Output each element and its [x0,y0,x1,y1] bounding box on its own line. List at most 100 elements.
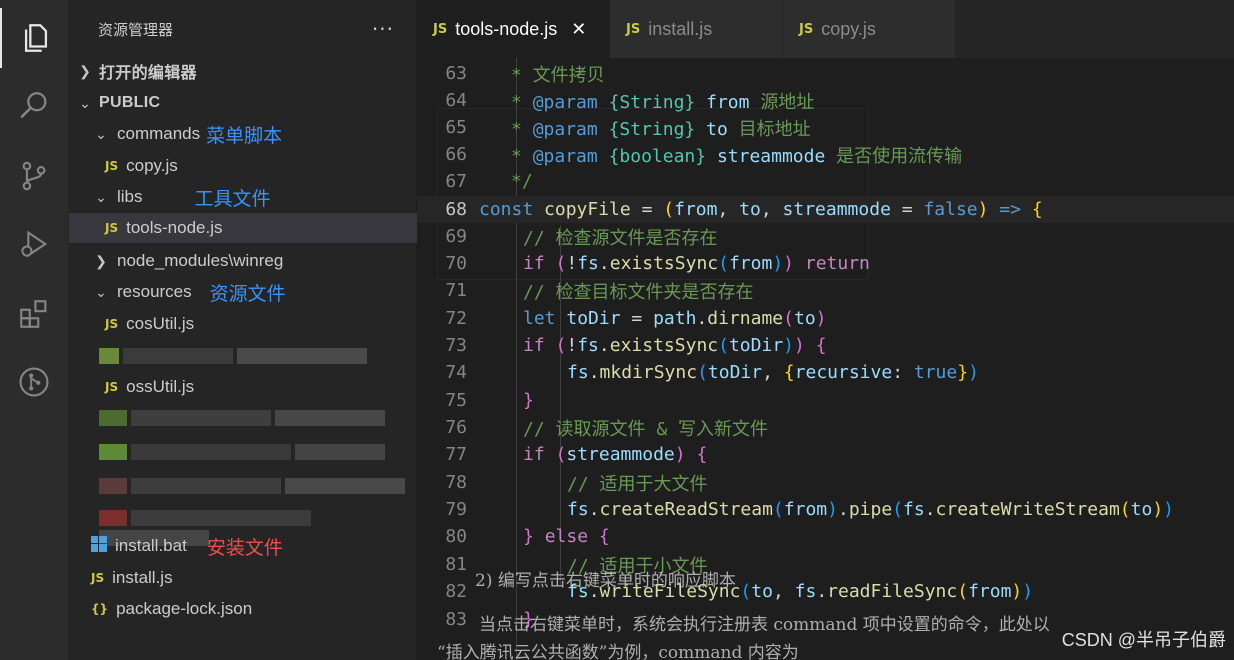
json-file-icon: {} [91,602,109,616]
tab-install-js[interactable]: JS install.js [610,0,783,58]
jsdoc-name: from [706,91,750,113]
comment-text: */ [511,171,533,192]
source-control-icon[interactable] [0,146,68,206]
vscode-window: 资源管理器 ··· ❯ 打开的编辑器 ⌄ PUBLIC ⌄ commands 菜… [0,0,1234,660]
tree-file-copy-js[interactable]: JS copy.js [69,151,452,181]
tab-label: install.js [648,18,713,39]
line-number: 78 [445,472,467,493]
line-number: 82 [445,581,467,602]
close-icon[interactable]: ✕ [571,19,586,40]
blurred-file-row [99,348,371,364]
code-line: 77 if (streammode) { [417,441,1234,468]
activity-bar [0,0,69,660]
code-line: 76 // 读取源文件 & 写入新文件 [417,414,1234,441]
tab-tools-node-js[interactable]: JS tools-node.js ✕ [417,0,610,58]
line-content: // 检查源文件是否存在 [479,224,718,250]
line-number: 71 [445,280,467,301]
code-line: 63 * 文件拷贝 [417,60,1234,87]
tree-file-ossutil-js[interactable]: JS ossUtil.js [69,372,452,402]
code-line: 67 */ [417,168,1234,195]
blurred-file-row [99,510,416,546]
comment-text: // 检查目标文件夹是否存在 [523,281,754,303]
code-editor[interactable]: 63 * 文件拷贝 64 * @param {String} from 源地址 … [417,58,1234,660]
tree-file-install-js[interactable]: JS install.js [69,563,438,593]
line-content: if (!fs.existsSync(toDir)) { [523,335,827,356]
line-content: // 适用于大文件 [479,470,708,496]
code-line: 80 } else { [417,523,1234,550]
chevron-right-icon: ❯ [79,62,91,79]
js-file-icon: JS [105,380,119,394]
line-content: if (streammode) { [523,444,708,465]
more-actions-icon[interactable]: ··· [372,17,394,41]
workspace-root[interactable]: ⌄ PUBLIC [69,88,424,118]
line-number: 70 [445,253,467,274]
extensions-icon[interactable] [0,284,68,344]
js-file-icon: JS [799,21,814,37]
line-number: 79 [445,499,467,520]
code-line: 64 * @param {String} from 源地址 [417,87,1234,114]
open-editors-section[interactable]: ❯ 打开的编辑器 [69,56,424,86]
code-line: 69 // 检查源文件是否存在 [417,223,1234,250]
line-content: fs.createReadStream(from).pipe(fs.create… [567,499,1174,520]
tree-item-label: package-lock.json [116,599,253,618]
line-number: 73 [445,335,467,356]
tree-file-install-bat[interactable]: install.bat 安装文件 [69,531,438,561]
search-icon[interactable] [0,76,68,136]
line-content: * 文件拷贝 [479,61,605,87]
editor-tabs: JS tools-node.js ✕ JS install.js JS copy… [417,0,1234,58]
comment-text: // 适用于大文件 [567,473,708,495]
line-number: 72 [445,308,467,329]
tree-folder-libs[interactable]: ⌄ libs 工具文件 [69,182,440,212]
line-content: const copyFile = (from, to, streammode =… [479,199,1043,220]
line-number: 81 [445,554,467,575]
tree-folder-node-modules[interactable]: ❯ node_modules\winreg [69,246,440,276]
line-content: } else { [523,526,610,547]
line-content: */ [479,171,533,192]
jsdoc-name: to [706,118,728,140]
jsdoc-desc: 目标地址 [738,118,811,140]
code-line: 79 fs.createReadStream(from).pipe(fs.cre… [417,496,1234,523]
tab-copy-js[interactable]: JS copy.js [783,0,956,58]
annotation-note: 菜单脚本 [206,125,283,147]
explorer-icon[interactable] [0,8,70,68]
line-number: 75 [445,390,467,411]
overlay-doc-heading: 2) 编写点击右键菜单时的响应脚本 [475,571,736,591]
tree-file-cosutil-js[interactable]: JS cosUtil.js [69,309,452,339]
line-number: 66 [445,144,467,165]
explorer-title: 资源管理器 [98,20,174,39]
line-content: let toDir = path.dirname(to) [523,308,827,329]
code-line: 71 // 检查目标文件夹是否存在 [417,277,1234,304]
blurred-file-row [99,444,389,460]
overlay-doc-paragraph: “插入腾讯云公共函数”为例，command 内容为 [437,643,799,660]
code-line: 65 * @param {String} to 目标地址 [417,114,1234,141]
jsdoc-tag: @param [532,91,598,113]
jsdoc-type: {String} [608,118,696,140]
code-line: 74 fs.mkdirSync(toDir, {recursive: true}… [417,359,1234,386]
code-line: 75 } [417,387,1234,414]
explorer-sidebar: 资源管理器 ··· ❯ 打开的编辑器 ⌄ PUBLIC ⌄ commands 菜… [69,0,452,660]
tree-item-label: commands [117,124,201,143]
overlay-doc-paragraph: 当点击右键菜单时，系统会执行注册表 command 项中设置的命令，此处以 [479,615,1050,635]
tree-file-tools-node-js[interactable]: JS tools-node.js [69,213,452,243]
workspace-root-label: PUBLIC [99,94,161,111]
line-content: fs.mkdirSync(toDir, {recursive: true}) [567,362,979,383]
annotation-note: 安装文件 [206,537,283,559]
git-graph-icon[interactable] [0,352,68,412]
line-number: 69 [445,226,467,247]
tab-label: copy.js [821,18,876,39]
tree-item-label: install.js [112,568,173,587]
tree-item-label: resources [117,282,192,301]
tree-folder-commands[interactable]: ⌄ commands 菜单脚本 [69,119,440,149]
tree-file-package-lock-json[interactable]: {} package-lock.json [69,594,438,624]
code-line: 66 * @param {boolean} streammode 是否使用流传输 [417,141,1234,168]
chevron-down-icon: ⌄ [95,125,107,142]
open-editors-label: 打开的编辑器 [99,65,197,82]
line-content: * @param {String} from 源地址 [511,91,815,113]
tree-folder-resources[interactable]: ⌄ resources 资源文件 [69,277,440,307]
line-content: * @param {boolean} streammode 是否使用流传输 [511,145,963,167]
jsdoc-name: streammode [716,145,826,167]
line-number: 76 [445,417,467,438]
chevron-down-icon: ⌄ [95,283,107,300]
run-debug-icon[interactable] [0,214,68,274]
jsdoc-tag: @param [532,118,598,140]
